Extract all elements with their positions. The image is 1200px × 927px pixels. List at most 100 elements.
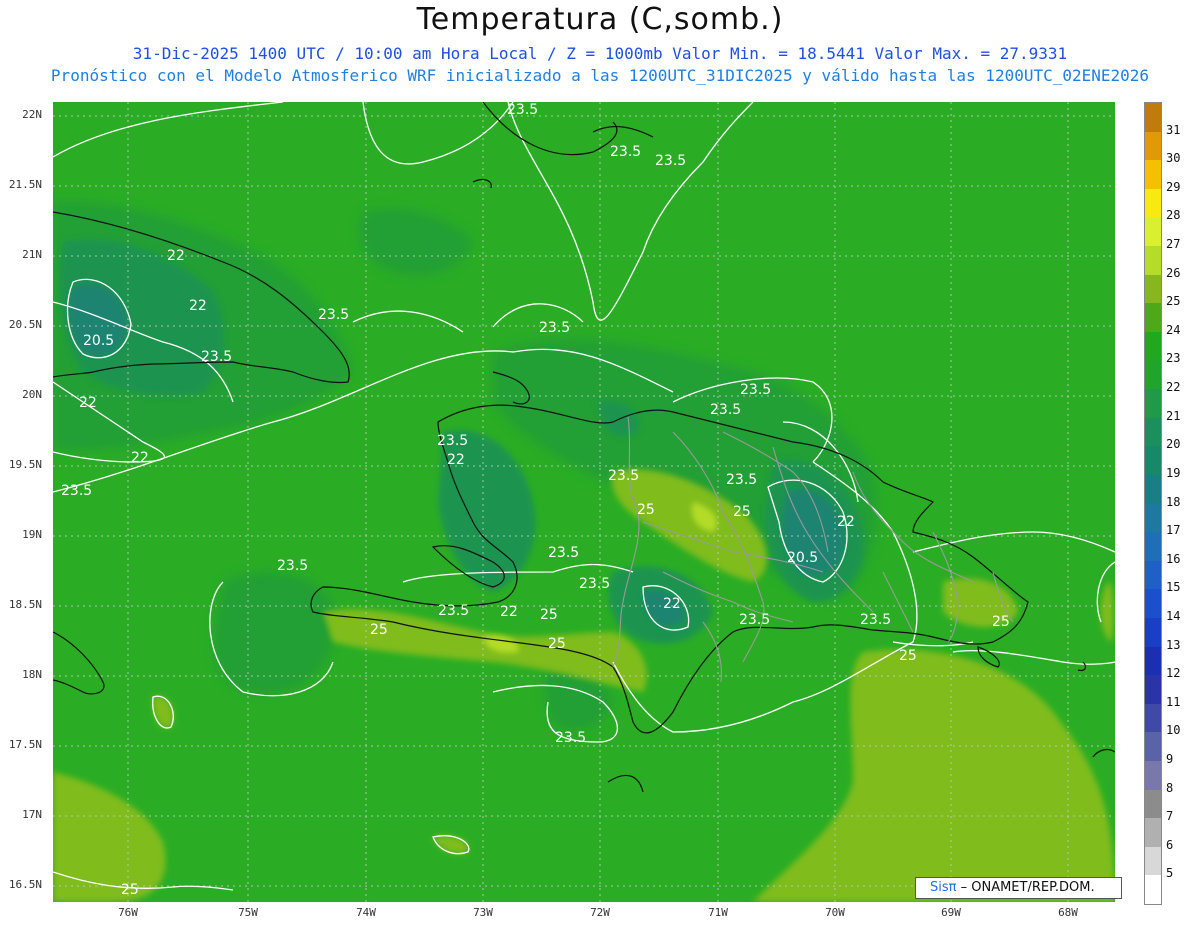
contour-label: 23.5 bbox=[277, 558, 309, 574]
legend-label: 10 bbox=[1166, 723, 1181, 738]
legend-swatch bbox=[1145, 560, 1161, 590]
legend-swatch bbox=[1145, 331, 1161, 361]
contour-label: 23.5 bbox=[726, 472, 758, 488]
legend-swatch bbox=[1145, 360, 1161, 390]
legend-label: 8 bbox=[1166, 780, 1174, 795]
contour-label: 23.5 bbox=[438, 603, 470, 619]
contour-label: 23.5 bbox=[740, 382, 772, 398]
legend-label: 31 bbox=[1166, 122, 1181, 137]
contour-label: 25 bbox=[733, 504, 751, 520]
lat-label-21-5n: 21.5N bbox=[8, 178, 42, 191]
legend-label: 29 bbox=[1166, 179, 1181, 194]
contour-label: 23.5 bbox=[201, 349, 233, 365]
sispi-logo: Sisπ bbox=[930, 880, 957, 895]
contour-label: 22 bbox=[663, 596, 681, 612]
legend-label: 19 bbox=[1166, 465, 1181, 480]
contour-label: 22 bbox=[131, 450, 149, 466]
credit-text: – ONAMET/REP.DOM. bbox=[956, 880, 1095, 895]
lat-label-22n: 22N bbox=[22, 108, 42, 121]
contour-label: 23.5 bbox=[610, 144, 642, 160]
legend-label: 22 bbox=[1166, 380, 1181, 395]
legend-swatch bbox=[1145, 646, 1161, 676]
contour-label: 25 bbox=[121, 882, 139, 898]
contour-label: 22 bbox=[837, 514, 855, 530]
contour-label: 22 bbox=[167, 248, 185, 264]
lon-label-71w: 71W bbox=[708, 906, 728, 919]
legend-label: 26 bbox=[1166, 265, 1181, 280]
lat-label-20-5n: 20.5N bbox=[8, 318, 42, 331]
legend-label: 25 bbox=[1166, 294, 1181, 309]
legend-label: 14 bbox=[1166, 608, 1181, 623]
legend-swatch bbox=[1145, 246, 1161, 276]
contour-label: 22 bbox=[500, 604, 518, 620]
legend-swatch bbox=[1145, 188, 1161, 218]
lat-label-20n: 20N bbox=[22, 388, 42, 401]
lon-label-72w: 72W bbox=[590, 906, 610, 919]
lat-label-21n: 21N bbox=[22, 248, 42, 261]
legend-label: 30 bbox=[1166, 151, 1181, 166]
legend-swatch bbox=[1145, 274, 1161, 304]
model-info-line: Pronóstico con el Modelo Atmosferico WRF… bbox=[50, 66, 1150, 85]
legend-swatch bbox=[1145, 589, 1161, 619]
contour-label: 23.5 bbox=[548, 545, 580, 561]
legend-swatch bbox=[1145, 703, 1161, 733]
contour-label: 25 bbox=[637, 502, 655, 518]
page-title: Temperatura (C,somb.) bbox=[416, 2, 784, 37]
contour-label: 25 bbox=[992, 614, 1010, 630]
legend-label: 20 bbox=[1166, 437, 1181, 452]
legend-swatch bbox=[1145, 532, 1161, 562]
contour-label: 25 bbox=[899, 648, 917, 664]
legend-label: 17 bbox=[1166, 523, 1181, 538]
contour-label: 23.5 bbox=[739, 612, 771, 628]
legend-label: 15 bbox=[1166, 580, 1181, 595]
contour-label: 20.5 bbox=[787, 550, 819, 566]
legend-swatch bbox=[1145, 389, 1161, 419]
legend-label: 16 bbox=[1166, 551, 1181, 566]
legend-label: 11 bbox=[1166, 694, 1181, 709]
contour-label: 23.5 bbox=[579, 576, 611, 592]
contour-label: 23.5 bbox=[860, 612, 892, 628]
color-legend bbox=[1144, 102, 1162, 905]
legend-swatch bbox=[1145, 875, 1161, 905]
legend-label: 18 bbox=[1166, 494, 1181, 509]
contour-label: 23.5 bbox=[539, 320, 571, 336]
legend-swatch bbox=[1145, 789, 1161, 819]
lon-label-73w: 73W bbox=[473, 906, 493, 919]
contour-label: 23.5 bbox=[437, 433, 469, 449]
legend-swatch bbox=[1145, 474, 1161, 504]
lat-label-16-5n: 16.5N bbox=[8, 878, 42, 891]
legend-swatch bbox=[1145, 446, 1161, 476]
contour-label: 25 bbox=[370, 622, 388, 638]
legend-swatch bbox=[1145, 417, 1161, 447]
legend-swatch bbox=[1145, 732, 1161, 762]
contour-label: 22 bbox=[79, 395, 97, 411]
legend-swatch bbox=[1145, 675, 1161, 705]
lon-label-76w: 76W bbox=[118, 906, 138, 919]
legend-label: 9 bbox=[1166, 751, 1174, 766]
contour-label: 25 bbox=[548, 636, 566, 652]
contour-label: 23.5 bbox=[555, 730, 587, 746]
lat-label-17n: 17N bbox=[22, 808, 42, 821]
legend-label: 28 bbox=[1166, 208, 1181, 223]
contour-label: 22 bbox=[447, 452, 465, 468]
temperature-map bbox=[53, 102, 1115, 902]
contour-label: 23.5 bbox=[710, 402, 742, 418]
legend-label: 27 bbox=[1166, 237, 1181, 252]
contour-label: 22 bbox=[189, 298, 207, 314]
legend-label: 7 bbox=[1166, 809, 1174, 824]
contour-label: 20.5 bbox=[83, 333, 115, 349]
contour-label: 23.5 bbox=[318, 307, 350, 323]
legend-swatch bbox=[1145, 846, 1161, 876]
contour-label: 23.5 bbox=[655, 153, 687, 169]
legend-label: 6 bbox=[1166, 837, 1174, 852]
legend-swatch bbox=[1145, 818, 1161, 848]
lat-label-18-5n: 18.5N bbox=[8, 598, 42, 611]
lat-label-19-5n: 19.5N bbox=[8, 458, 42, 471]
legend-swatch bbox=[1145, 760, 1161, 791]
contour-label: 23.5 bbox=[507, 102, 539, 118]
legend-swatch bbox=[1145, 131, 1161, 161]
lon-label-68w: 68W bbox=[1058, 906, 1078, 919]
legend-label: 24 bbox=[1166, 322, 1181, 337]
contour-label: 25 bbox=[540, 607, 558, 623]
legend-label: 13 bbox=[1166, 637, 1181, 652]
